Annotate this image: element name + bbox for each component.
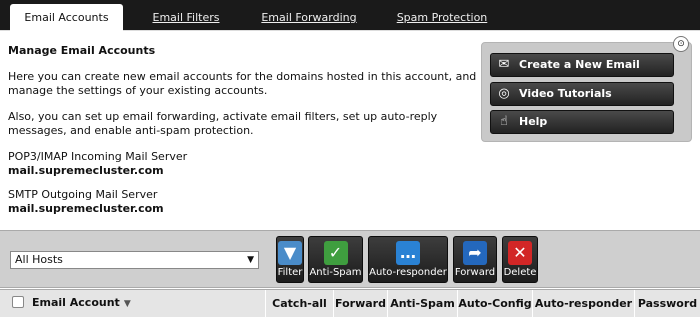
column-anti-spam[interactable]: Anti-Spam (387, 290, 457, 317)
delete-label: Delete (503, 267, 537, 278)
delete-button[interactable]: ✕ Delete (502, 236, 538, 283)
video-tutorials-label: Video Tutorials (519, 87, 612, 100)
outgoing-server-label: SMTP Outgoing Mail Server (8, 188, 158, 201)
autoresponder-button[interactable]: … Auto-responder (368, 236, 448, 283)
intro-paragraph: Here you can create new email accounts f… (8, 70, 477, 97)
column-catch-all[interactable]: Catch-all (265, 290, 333, 317)
column-forward[interactable]: Forward (333, 290, 387, 317)
chat-bubble-icon: … (396, 241, 420, 265)
forward-arrow-icon: ➦ (463, 241, 487, 265)
film-reel-icon: ◎ (498, 86, 510, 101)
filter-button[interactable]: ▼ Filter (276, 236, 304, 283)
autoresponder-label: Auto-responder (369, 267, 447, 278)
host-select-value: All Hosts (15, 253, 63, 266)
create-email-account-button[interactable]: ✉ Create a New Email Account (490, 53, 674, 93)
funnel-icon: ▼ (278, 241, 302, 265)
shield-icon: ✓ (323, 241, 348, 265)
tab-email-filters[interactable]: Email Filters (148, 4, 224, 31)
help-button[interactable]: ☝ Help (490, 110, 674, 134)
column-email-account-label: Email Account (32, 296, 120, 309)
column-email-account[interactable]: Email Account ▼ (32, 289, 131, 317)
tab-email-accounts[interactable]: Email Accounts (10, 4, 123, 31)
pin-icon[interactable]: ⊙ (673, 36, 689, 52)
column-auto-config[interactable]: Auto-Config (457, 290, 532, 317)
incoming-server: POP3/IMAP Incoming Mail Server mail.supr… (8, 150, 478, 178)
select-all-checkbox[interactable] (12, 296, 24, 308)
filter-label: Filter (277, 267, 303, 278)
mail-icon: ✉ (498, 57, 510, 72)
delete-x-icon: ✕ (508, 241, 532, 265)
hand-pointer-icon: ☝ (500, 114, 508, 129)
chevron-down-icon: ▼ (247, 255, 254, 265)
outgoing-server: SMTP Outgoing Mail Server mail.supremecl… (8, 188, 478, 216)
tab-spam-protection[interactable]: Spam Protection (396, 4, 488, 31)
sort-down-icon: ▼ (123, 299, 131, 309)
video-tutorials-button[interactable]: ◎ Video Tutorials (490, 82, 674, 106)
incoming-server-label: POP3/IMAP Incoming Mail Server (8, 150, 188, 163)
forward-label: Forward (454, 267, 496, 278)
forward-button[interactable]: ➦ Forward (453, 236, 497, 283)
anti-spam-button[interactable]: ✓ Anti-Spam (308, 236, 363, 283)
outgoing-server-host: mail.supremecluster.com (8, 202, 164, 215)
column-password[interactable]: Password (634, 290, 700, 317)
anti-spam-label: Anti-Spam (309, 267, 362, 278)
page-title: Manage Email Accounts (8, 44, 156, 57)
info-section: Manage Email Accounts Here you can creat… (8, 44, 478, 226)
column-autoresponder[interactable]: Auto-responder (532, 290, 634, 317)
host-select[interactable]: All Hosts ▼ (10, 251, 259, 269)
help-label: Help (519, 115, 548, 128)
features-paragraph: Also, you can set up email forwarding, a… (8, 110, 438, 137)
tab-bar: Email Accounts Email Filters Email Forwa… (0, 0, 700, 31)
incoming-server-host: mail.supremecluster.com (8, 164, 164, 177)
tab-email-forwarding[interactable]: Email Forwarding (258, 4, 360, 31)
